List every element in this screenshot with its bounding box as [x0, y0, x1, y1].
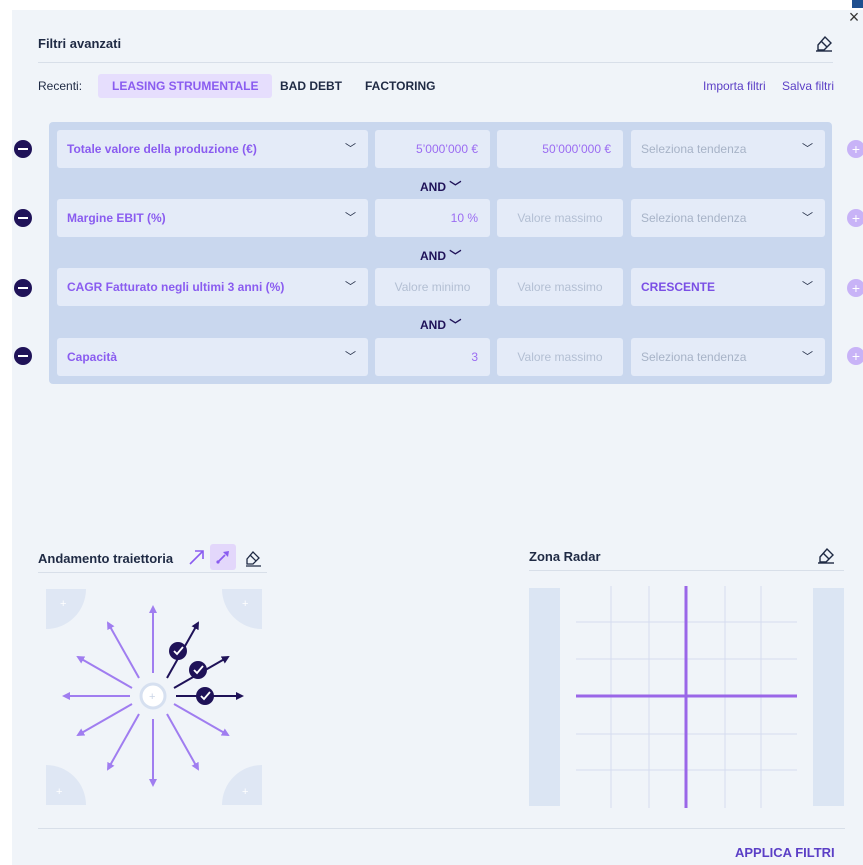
- chevron-down-icon: ﹀: [802, 212, 813, 224]
- svg-text:+: +: [242, 786, 248, 798]
- pin-arrow-icon[interactable]: [210, 544, 236, 570]
- remove-filter-button[interactable]: [14, 209, 32, 227]
- add-filter-button[interactable]: +: [847, 347, 863, 365]
- filter-field-select[interactable]: Margine EBIT (%) ﹀: [57, 199, 368, 237]
- remove-filter-button[interactable]: [14, 347, 32, 365]
- remove-filter-button[interactable]: [14, 140, 32, 158]
- chevron-down-icon: ﹀: [345, 143, 356, 155]
- add-filter-button[interactable]: +: [847, 209, 863, 227]
- svg-text:+: +: [149, 691, 155, 703]
- import-filters-link[interactable]: Importa filtri: [703, 79, 766, 93]
- trajectory-compass[interactable]: + + + + +: [46, 589, 262, 805]
- filter-min-input[interactable]: Valore minimo: [375, 268, 490, 306]
- and-connector[interactable]: AND ﹀: [420, 178, 461, 195]
- add-filter-button[interactable]: +: [847, 279, 863, 297]
- close-icon[interactable]: ×: [846, 8, 862, 26]
- filter-field-select[interactable]: Totale valore della produzione (€) ﹀: [57, 130, 368, 168]
- chip-factoring[interactable]: FACTORING: [351, 74, 449, 98]
- add-filter-button[interactable]: +: [847, 140, 863, 158]
- chevron-down-icon: ﹀: [345, 281, 356, 293]
- chip-bad-debt[interactable]: BAD DEBT: [266, 74, 356, 98]
- filter-field-select[interactable]: CAGR Fatturato negli ultimi 3 anni (%) ﹀: [57, 268, 368, 306]
- filter-min-input[interactable]: 10 %: [375, 199, 490, 237]
- svg-text:+: +: [56, 786, 62, 798]
- and-connector[interactable]: AND ﹀: [420, 316, 461, 333]
- radar-title: Zona Radar: [529, 549, 601, 564]
- trend-select[interactable]: Seleziona tendenza ﹀: [631, 338, 825, 376]
- and-connector[interactable]: AND ﹀: [420, 247, 461, 264]
- radar-divider: [529, 570, 844, 571]
- footer-divider: [38, 828, 845, 829]
- chevron-down-icon: ﹀: [345, 212, 356, 224]
- remove-filter-button[interactable]: [14, 279, 32, 297]
- chevron-down-icon: ﹀: [802, 351, 813, 363]
- trajectory-title: Andamento traiettoria: [38, 551, 174, 566]
- filter-max-input[interactable]: 50’000’000 €: [497, 130, 623, 168]
- trend-select[interactable]: CRESCENTE ﹀: [631, 268, 825, 306]
- header-divider: [38, 62, 833, 63]
- apply-filters-button[interactable]: APPLICA FILTRI: [735, 845, 835, 860]
- svg-text:+: +: [242, 598, 248, 610]
- save-filters-link[interactable]: Salva filtri: [782, 79, 834, 93]
- filter-min-input[interactable]: 3: [375, 338, 490, 376]
- radar-grid[interactable]: [529, 586, 845, 808]
- chevron-down-icon: ﹀: [345, 351, 356, 363]
- chip-leasing-strumentale[interactable]: LEASING STRUMENTALE: [98, 74, 273, 98]
- filter-max-input[interactable]: Valore massimo: [497, 268, 623, 306]
- trend-select[interactable]: Seleziona tendenza ﹀: [631, 199, 825, 237]
- eraser-icon[interactable]: [816, 546, 836, 564]
- chevron-down-icon: ﹀: [802, 143, 813, 155]
- chevron-down-icon: ﹀: [802, 281, 813, 293]
- eraser-icon[interactable]: [240, 544, 266, 570]
- filter-field-select[interactable]: Capacità ﹀: [57, 338, 368, 376]
- recent-label: Recenti:: [38, 79, 83, 93]
- svg-text:+: +: [60, 598, 66, 610]
- filter-min-input[interactable]: 5’000’000 €: [375, 130, 490, 168]
- page-title: Filtri avanzati: [38, 36, 122, 51]
- eraser-icon[interactable]: [814, 34, 834, 52]
- arrow-up-right-icon[interactable]: [184, 544, 210, 570]
- trajectory-divider: [38, 572, 267, 573]
- trend-select[interactable]: Seleziona tendenza ﹀: [631, 130, 825, 168]
- filter-max-input[interactable]: Valore massimo: [497, 199, 623, 237]
- filter-max-input[interactable]: Valore massimo: [497, 338, 623, 376]
